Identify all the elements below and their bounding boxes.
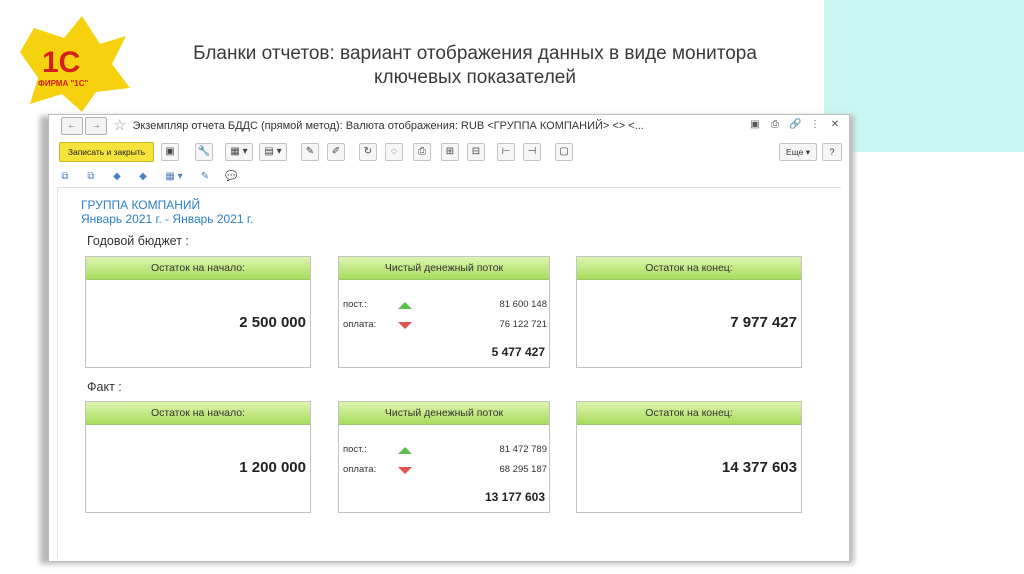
arrow-down-icon <box>398 467 412 474</box>
actual-start-card: Остаток на начало: 1 200 000 <box>85 401 311 513</box>
report-variant-dropdown[interactable]: ▦ ▾ <box>225 143 253 161</box>
budget-start-card: Остаток на начало: 2 500 000 <box>85 256 311 368</box>
net-flow-total: 5 477 427 <box>491 345 545 359</box>
window-titlebar: ← → ☆ Экземпляр отчета БДДС (прямой мето… <box>49 115 849 137</box>
payment-label: оплата: <box>343 464 377 475</box>
payment-value: 76 122 721 <box>499 319 547 330</box>
payment-label: оплата: <box>343 319 377 330</box>
arrow-up-icon <box>398 447 412 454</box>
more-icon[interactable]: ⋮ <box>809 118 821 132</box>
edit-note-icon[interactable]: ✎ <box>199 170 211 184</box>
secondary-toolbar: ⧉ ⧉ ◆ ◆ ▦ ▾ ✎ 💬 <box>59 170 237 184</box>
slide-title: Бланки отчетов: вариант отображения данн… <box>140 42 810 90</box>
income-label: пост.: <box>343 299 367 310</box>
card-header: Остаток на конец: <box>577 257 801 280</box>
level-up-icon[interactable]: ⊢ <box>497 143 515 161</box>
income-label: пост.: <box>343 444 367 455</box>
save-icon[interactable]: ▣ <box>749 118 761 132</box>
card-header: Остаток на конец: <box>577 402 801 425</box>
logo-brand: 1С <box>42 46 80 79</box>
edit-pencil-icon[interactable]: ✎ <box>301 143 319 161</box>
payment-row: оплата: 68 295 187 <box>341 464 547 478</box>
calendar-icon[interactable]: ▢ <box>555 143 573 161</box>
budget-start-value: 2 500 000 <box>239 314 306 331</box>
logo-text: ФИРМА "1С" <box>38 79 88 88</box>
firm-1c-logo: 1С ФИРМА "1С" <box>12 14 132 114</box>
slide-title-line1: Бланки отчетов: вариант отображения данн… <box>193 43 757 64</box>
back-button[interactable]: ← <box>61 117 83 135</box>
save-and-close-button[interactable]: Записать и закрыть <box>59 142 154 162</box>
actual-end-card: Остаток на конец: 14 377 603 <box>576 401 802 513</box>
net-flow-total: 13 177 603 <box>484 490 545 504</box>
settings-wrench-icon[interactable]: 🔧 <box>195 143 213 161</box>
collapse-groups-icon[interactable]: ⊟ <box>467 143 485 161</box>
payment-value: 68 295 187 <box>499 464 547 475</box>
print-icon[interactable]: ⎙ <box>413 143 431 161</box>
decorative-teal-block <box>824 0 1024 152</box>
expand-groups-icon[interactable]: ⊞ <box>441 143 459 161</box>
income-row: пост.: 81 600 148 <box>341 299 547 313</box>
income-row: пост.: 81 472 789 <box>341 444 547 458</box>
actual-end-value: 14 377 603 <box>721 459 797 476</box>
card-header: Чистый денежный поток <box>339 257 549 280</box>
budget-section-label: Годовой бюджет : <box>87 234 189 248</box>
comment-icon[interactable]: 💬 <box>225 170 237 184</box>
report-window: ← → ☆ Экземпляр отчета БДДС (прямой мето… <box>48 114 850 562</box>
budget-end-value: 7 977 427 <box>730 314 797 331</box>
payment-row: оплата: 76 122 721 <box>341 319 547 333</box>
company-name: ГРУППА КОМПАНИЙ <box>81 198 201 212</box>
print-icon[interactable]: ⎙ <box>769 118 781 132</box>
arrow-down-icon <box>398 322 412 329</box>
copy-icon[interactable]: ⧉ <box>59 170 71 184</box>
actual-section-label: Факт : <box>87 380 122 394</box>
close-icon[interactable]: ✕ <box>829 118 841 132</box>
link-icon[interactable]: 🔗 <box>789 118 801 132</box>
edit-form-icon[interactable]: ✐ <box>327 143 345 161</box>
window-title: Экземпляр отчета БДДС (прямой метод): Ва… <box>132 120 644 132</box>
diamond-right-icon[interactable]: ◆ <box>137 170 149 184</box>
slide-title-line2: ключевых показателей <box>374 67 576 88</box>
paste-icon[interactable]: ⧉ <box>85 170 97 184</box>
report-settings-dropdown[interactable]: ▤ ▾ <box>259 143 287 161</box>
help-button[interactable]: ? <box>822 143 842 161</box>
report-period: Январь 2021 г. - Январь 2021 г. <box>81 212 254 226</box>
save-icon[interactable]: ▣ <box>161 143 179 161</box>
budget-flow-card: Чистый денежный поток пост.: 81 600 148 … <box>338 256 550 368</box>
clear-icon[interactable]: ◌ <box>385 143 403 161</box>
command-toolbar: Записать и закрыть ▣ 🔧 ▦ ▾ ▤ ▾ ✎ ✐ ↻ ◌ ⎙… <box>49 142 849 164</box>
card-header: Чистый денежный поток <box>339 402 549 425</box>
diamond-left-icon[interactable]: ◆ <box>111 170 123 184</box>
actual-start-value: 1 200 000 <box>239 459 306 476</box>
income-value: 81 600 148 <box>499 299 547 310</box>
table-dropdown-icon[interactable]: ▦ ▾ <box>163 170 185 184</box>
window-controls: ▣ ⎙ 🔗 ⋮ ✕ <box>749 118 841 132</box>
more-button[interactable]: Еще ▾ <box>779 143 817 161</box>
favorite-star-icon[interactable]: ☆ <box>113 118 126 134</box>
forward-button[interactable]: → <box>85 117 107 135</box>
level-down-icon[interactable]: ⊣ <box>523 143 541 161</box>
card-header: Остаток на начало: <box>86 402 310 425</box>
actual-flow-card: Чистый денежный поток пост.: 81 472 789 … <box>338 401 550 513</box>
arrow-up-icon <box>398 302 412 309</box>
budget-end-card: Остаток на конец: 7 977 427 <box>576 256 802 368</box>
refresh-icon[interactable]: ↻ <box>359 143 377 161</box>
income-value: 81 472 789 <box>499 444 547 455</box>
card-header: Остаток на начало: <box>86 257 310 280</box>
